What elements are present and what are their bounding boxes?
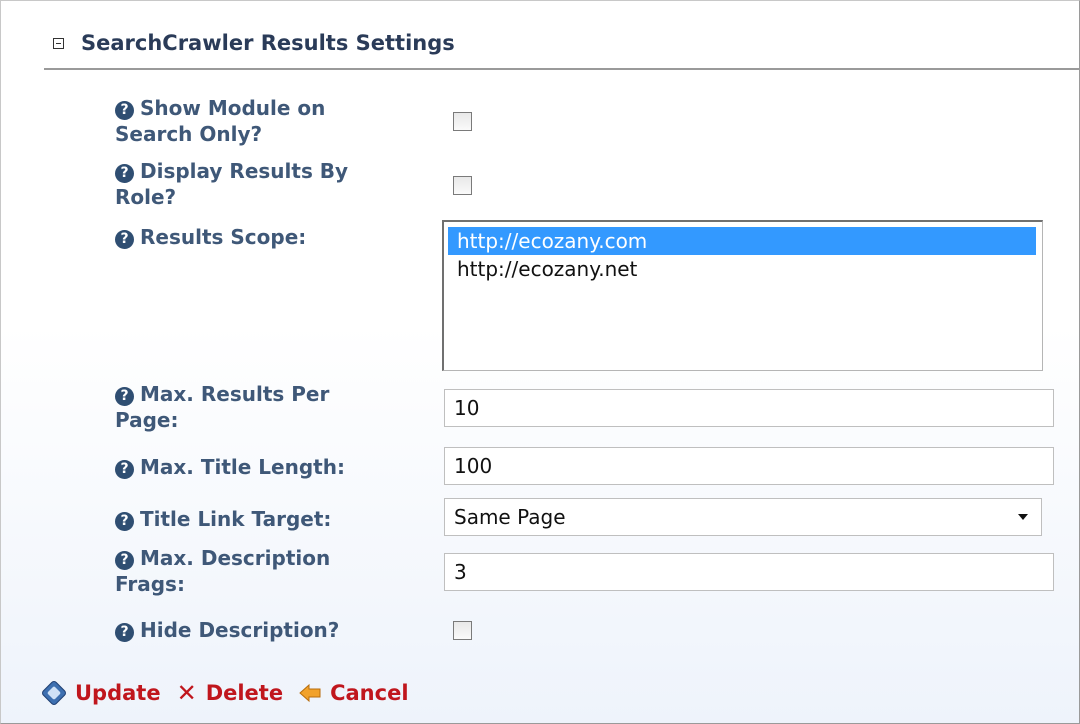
max-desc-frags-label-line2: Frags: — [115, 572, 185, 596]
show-module-label: ? Show Module on Search Only? — [115, 95, 415, 147]
show-module-label-line1: Show Module on — [140, 96, 326, 120]
max-title-input[interactable]: 100 — [444, 447, 1054, 485]
help-icon[interactable]: ? — [115, 512, 134, 531]
settings-panel: SearchCrawler Results Settings ? Show Mod… — [0, 0, 1080, 724]
help-icon[interactable]: ? — [115, 230, 134, 249]
max-title-label-text: Max. Title Length: — [140, 455, 345, 479]
display-by-role-label-line2: Role? — [115, 185, 177, 209]
cancel-label[interactable]: Cancel — [330, 681, 408, 705]
max-results-input[interactable]: 10 — [444, 389, 1054, 427]
help-icon[interactable]: ? — [115, 101, 134, 120]
update-label[interactable]: Update — [75, 681, 161, 705]
show-module-checkbox[interactable] — [453, 112, 472, 131]
hide-description-label: ? Hide Description? — [115, 617, 415, 643]
cancel-icon[interactable] — [299, 683, 321, 703]
results-scope-label-text: Results Scope: — [140, 225, 307, 249]
update-icon[interactable] — [39, 678, 69, 708]
max-results-label-line1: Max. Results Per — [140, 382, 330, 406]
results-scope-listbox[interactable]: http://ecozany.com http://ecozany.net — [442, 220, 1043, 371]
section-divider — [44, 68, 1079, 70]
chevron-down-icon[interactable] — [1018, 514, 1028, 520]
delete-icon[interactable]: ✕ — [177, 681, 197, 705]
help-icon[interactable]: ? — [115, 387, 134, 406]
hide-description-checkbox[interactable] — [453, 621, 472, 640]
help-icon[interactable]: ? — [115, 164, 134, 183]
max-results-label: ? Max. Results Per Page: — [115, 381, 415, 433]
max-desc-frags-label: ? Max. Description Frags: — [115, 545, 415, 597]
section-title: SearchCrawler Results Settings — [81, 31, 455, 55]
help-icon[interactable]: ? — [115, 623, 134, 642]
help-icon[interactable]: ? — [115, 460, 134, 479]
help-icon[interactable]: ? — [115, 551, 134, 570]
display-by-role-label-line1: Display Results By — [140, 159, 349, 183]
title-link-target-select[interactable]: Same Page — [444, 498, 1042, 536]
max-desc-frags-input[interactable]: 3 — [444, 553, 1054, 591]
section-header[interactable]: SearchCrawler Results Settings — [53, 29, 455, 57]
update-button[interactable]: Update — [39, 678, 161, 708]
hide-description-label-text: Hide Description? — [140, 618, 340, 642]
max-title-label: ? Max. Title Length: — [115, 454, 415, 480]
display-by-role-label: ? Display Results By Role? — [115, 158, 415, 210]
results-scope-option[interactable]: http://ecozany.net — [448, 255, 1036, 283]
action-bar: Update ✕ Delete Cancel — [39, 676, 425, 710]
title-link-target-label-text: Title Link Target: — [140, 507, 332, 531]
cancel-button[interactable]: Cancel — [299, 681, 409, 705]
results-scope-option[interactable]: http://ecozany.com — [448, 227, 1036, 255]
delete-label[interactable]: Delete — [206, 681, 283, 705]
max-desc-frags-label-line1: Max. Description — [140, 546, 331, 570]
show-module-label-line2: Search Only? — [115, 122, 263, 146]
results-scope-label: ? Results Scope: — [115, 224, 415, 250]
max-results-label-line2: Page: — [115, 408, 179, 432]
display-by-role-checkbox[interactable] — [453, 176, 472, 195]
title-link-target-label: ? Title Link Target: — [115, 506, 415, 532]
delete-button[interactable]: ✕ Delete — [177, 681, 284, 705]
title-link-target-value: Same Page — [454, 505, 566, 529]
collapse-icon[interactable] — [53, 37, 64, 49]
